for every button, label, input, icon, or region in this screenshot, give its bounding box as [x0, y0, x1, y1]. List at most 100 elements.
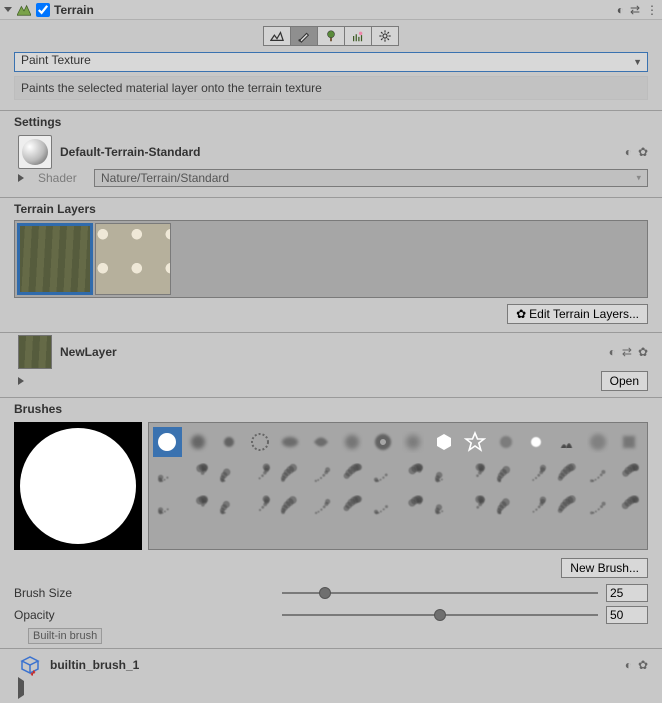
brush-tile[interactable]: [368, 459, 397, 489]
shader-value: Nature/Terrain/Standard: [101, 171, 229, 185]
terrain-layer-tile[interactable]: [95, 223, 171, 295]
brush-tile[interactable]: [461, 427, 490, 457]
brush-size-row: Brush Size: [0, 582, 662, 604]
brush-tile[interactable]: [276, 491, 305, 521]
context-menu-icon[interactable]: ⋮: [646, 3, 658, 17]
sculpt-tool-button[interactable]: [263, 26, 291, 46]
brush-tile[interactable]: [245, 491, 274, 521]
brush-tile[interactable]: [399, 427, 428, 457]
layer-thumbnail[interactable]: [18, 335, 52, 369]
current-layer-panel: NewLayer ◐ ⇄ ✿ Open: [0, 333, 662, 393]
layer-name: NewLayer: [60, 345, 609, 359]
brush-tile[interactable]: [215, 427, 244, 457]
paint-details-tool-button[interactable]: [344, 26, 372, 46]
brush-tile[interactable]: [584, 491, 613, 521]
brush-tile[interactable]: [153, 491, 182, 521]
brush-tile[interactable]: [338, 459, 367, 489]
presets-icon[interactable]: ⇄: [630, 3, 640, 17]
component-title: Terrain: [54, 3, 617, 17]
brush-tile[interactable]: [430, 459, 459, 489]
brush-tile[interactable]: [614, 427, 643, 457]
brush-tile[interactable]: [276, 427, 305, 457]
brush-tile[interactable]: [399, 491, 428, 521]
brush-tile[interactable]: [614, 459, 643, 489]
terrain-settings-tool-button[interactable]: [371, 26, 399, 46]
brush-tile[interactable]: [461, 491, 490, 521]
brush-tile[interactable]: [184, 459, 213, 489]
brush-tile[interactable]: [307, 427, 336, 457]
opacity-label: Opacity: [14, 608, 274, 622]
brush-asset-icon: [18, 653, 42, 677]
brush-tile[interactable]: [522, 459, 551, 489]
open-layer-button[interactable]: Open: [601, 371, 648, 391]
paint-texture-tool-button[interactable]: [290, 26, 318, 46]
brush-object-name: builtin_brush_1: [50, 658, 625, 672]
new-brush-button[interactable]: New Brush...: [561, 558, 648, 578]
brushes-heading: Brushes: [0, 398, 662, 420]
brush-size-label: Brush Size: [14, 586, 274, 600]
brush-tile[interactable]: [584, 459, 613, 489]
gear-icon: ✿: [516, 307, 526, 321]
brush-tile[interactable]: [399, 459, 428, 489]
help-icon[interactable]: ◐: [609, 345, 616, 359]
gear-icon[interactable]: ✿: [638, 345, 648, 359]
help-icon[interactable]: ◐: [617, 3, 624, 17]
brush-tile[interactable]: [522, 427, 551, 457]
enable-checkbox[interactable]: [36, 3, 50, 17]
brush-grid: [148, 422, 648, 550]
gear-icon[interactable]: ✿: [638, 145, 648, 159]
brush-tile[interactable]: [553, 459, 582, 489]
brush-tile[interactable]: [245, 459, 274, 489]
terrain-layer-tile[interactable]: [17, 223, 93, 295]
brush-tile[interactable]: [245, 427, 274, 457]
opacity-field[interactable]: [606, 606, 648, 624]
presets-icon[interactable]: ⇄: [622, 345, 632, 359]
brush-size-slider[interactable]: [282, 591, 598, 595]
brush-tile[interactable]: [430, 491, 459, 521]
brush-size-field[interactable]: [606, 584, 648, 602]
brush-tile[interactable]: [276, 459, 305, 489]
brush-tile[interactable]: [491, 459, 520, 489]
brush-tile[interactable]: [430, 427, 459, 457]
brush-tile[interactable]: [307, 459, 336, 489]
brush-tile[interactable]: [553, 491, 582, 521]
brush-tile[interactable]: [338, 427, 367, 457]
terrain-layers-strip: [14, 220, 648, 298]
help-icon[interactable]: ◐: [625, 658, 632, 672]
brush-tile[interactable]: [461, 459, 490, 489]
brush-tile[interactable]: [491, 427, 520, 457]
material-foldout[interactable]: [18, 174, 24, 182]
brush-tile[interactable]: [522, 491, 551, 521]
brush-tile[interactable]: [184, 427, 213, 457]
brush-tile[interactable]: [368, 491, 397, 521]
chevron-down-icon: ▾: [636, 173, 641, 184]
material-row: Default-Terrain-Standard ◐ ✿: [0, 133, 662, 169]
brush-tile[interactable]: [338, 491, 367, 521]
layer-foldout[interactable]: [18, 377, 24, 385]
foldout-toggle[interactable]: [4, 7, 12, 12]
brush-tile[interactable]: [184, 491, 213, 521]
brush-tile[interactable]: [614, 491, 643, 521]
paint-trees-tool-button[interactable]: [317, 26, 345, 46]
material-name: Default-Terrain-Standard: [60, 145, 625, 159]
shader-dropdown[interactable]: Nature/Terrain/Standard ▾: [94, 169, 648, 187]
brush-tile[interactable]: [215, 491, 244, 521]
brush-tile[interactable]: [153, 459, 182, 489]
brush-tile[interactable]: [553, 427, 582, 457]
material-thumbnail[interactable]: [18, 135, 52, 169]
brush-tile[interactable]: [584, 427, 613, 457]
brush-tile[interactable]: [368, 427, 397, 457]
brush-tile[interactable]: [215, 459, 244, 489]
help-icon[interactable]: ◐: [625, 145, 632, 159]
edit-terrain-layers-button[interactable]: ✿ Edit Terrain Layers...: [507, 304, 648, 324]
settings-heading: Settings: [0, 111, 662, 133]
brush-object-foldout[interactable]: [18, 677, 24, 699]
paint-mode-hint: Paints the selected material layer onto …: [14, 76, 648, 100]
gear-icon[interactable]: ✿: [638, 658, 648, 672]
terrain-layers-heading: Terrain Layers: [0, 198, 662, 220]
brush-tile[interactable]: [153, 427, 182, 457]
opacity-slider[interactable]: [282, 613, 598, 617]
brush-tile[interactable]: [491, 491, 520, 521]
brush-tile[interactable]: [307, 491, 336, 521]
paint-mode-dropdown[interactable]: Paint Texture ▼: [14, 52, 648, 72]
